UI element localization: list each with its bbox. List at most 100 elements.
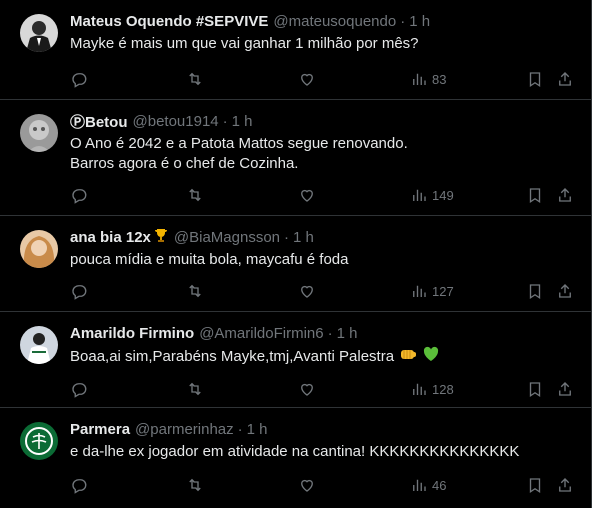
separator: ·: [400, 12, 406, 30]
avatar[interactable]: [20, 230, 58, 268]
action-bar: 83: [70, 64, 577, 98]
retweet-button[interactable]: [186, 476, 204, 494]
reply-button[interactable]: [70, 380, 88, 398]
author-name[interactable]: ⓅBetou: [70, 111, 128, 132]
reply-button[interactable]: [70, 476, 88, 494]
author-name[interactable]: Mateus Oquendo #SEPVIVE: [70, 13, 268, 30]
tweet-text: e da-lhe ex jogador em atividade na cant…: [70, 442, 577, 462]
separator: ·: [284, 228, 290, 246]
author-name[interactable]: Amarildo Firmino: [70, 325, 194, 342]
retweet-button[interactable]: [186, 70, 204, 88]
tweet[interactable]: Mateus Oquendo #SEPVIVE @mateusoquendo ·…: [0, 0, 592, 100]
bookmark-button[interactable]: [526, 186, 544, 204]
separator: ·: [327, 324, 333, 342]
avatar[interactable]: [20, 114, 58, 152]
share-button[interactable]: [556, 186, 574, 204]
tweet-text: Mayke é mais um que vai ganhar 1 milhão …: [70, 34, 577, 54]
views-button[interactable]: 149: [410, 186, 454, 204]
retweet-icon: [189, 382, 201, 396]
reply-button[interactable]: [70, 186, 88, 204]
reply-icon: [72, 73, 87, 88]
avatar[interactable]: [20, 422, 58, 460]
author-handle[interactable]: @BiaMagnsson: [174, 229, 280, 246]
action-bar: 149: [70, 180, 577, 214]
views-button[interactable]: 46: [410, 476, 446, 494]
bookmark-button[interactable]: [526, 380, 544, 398]
share-button[interactable]: [556, 476, 574, 494]
tweet-header: Amarildo Firmino @AmarildoFirmin6 · 1 h: [70, 322, 577, 344]
share-icon: [559, 478, 571, 492]
views-chart-icon: [413, 189, 426, 201]
author-handle[interactable]: @parmerinhaz: [135, 421, 234, 438]
retweet-button[interactable]: [186, 282, 204, 300]
reply-button[interactable]: [70, 282, 88, 300]
woman-avatar-icon: [20, 230, 58, 268]
retweet-icon: [189, 188, 201, 202]
separator: ·: [222, 112, 228, 130]
reply-button[interactable]: [70, 70, 88, 88]
reply-icon: [72, 479, 87, 494]
author-name[interactable]: ana bia 12x: [70, 229, 151, 246]
retweet-icon: [189, 284, 201, 298]
tweet-line: pouca mídia e muita bola, maycafu é foda: [70, 251, 349, 268]
avatar[interactable]: [20, 326, 58, 364]
tweet[interactable]: Parmera @parmerinhaz · 1 h e da-lhe ex j…: [0, 408, 592, 508]
action-bar: 46: [70, 470, 577, 504]
like-button[interactable]: [298, 476, 316, 494]
trophy-icon: [153, 227, 169, 248]
retweet-button[interactable]: [186, 380, 204, 398]
avatar[interactable]: [20, 14, 58, 52]
bookmark-button[interactable]: [526, 70, 544, 88]
views-chart-icon: [413, 383, 426, 395]
tweet-header: Mateus Oquendo #SEPVIVE @mateusoquendo ·…: [70, 10, 577, 32]
bookmark-button[interactable]: [526, 476, 544, 494]
views-button[interactable]: 83: [410, 70, 446, 88]
player-avatar-icon: [20, 326, 58, 364]
bookmark-button[interactable]: [526, 282, 544, 300]
tweet-text: Boaa,ai sim,Parabéns Mayke,tmj,Avanti Pa…: [70, 346, 577, 368]
share-button[interactable]: [556, 282, 574, 300]
views-count: 46: [432, 477, 447, 493]
views-button[interactable]: 128: [410, 380, 454, 398]
like-button[interactable]: [298, 282, 316, 300]
author-handle[interactable]: @betou1914: [133, 113, 219, 130]
tweet[interactable]: ana bia 12x @BiaMagnsson · 1 h pouca míd…: [0, 216, 592, 312]
heart-icon: [301, 73, 313, 86]
tweet-text: pouca mídia e muita bola, maycafu é foda: [70, 250, 577, 270]
like-button[interactable]: [298, 186, 316, 204]
views-chart-icon: [413, 73, 426, 85]
share-icon: [559, 72, 571, 86]
reply-icon: [72, 189, 87, 204]
bookmark-icon: [529, 382, 541, 398]
tweet[interactable]: ⓅBetou @betou1914 · 1 h O Ano é 2042 e a…: [0, 100, 592, 216]
views-count: 128: [432, 381, 454, 397]
bookmark-icon: [529, 478, 541, 494]
like-button[interactable]: [298, 70, 316, 88]
views-button[interactable]: 127: [410, 282, 454, 300]
timestamp[interactable]: 1 h: [409, 13, 430, 30]
timestamp[interactable]: 1 h: [337, 325, 358, 342]
retweet-button[interactable]: [186, 186, 204, 204]
share-button[interactable]: [556, 380, 574, 398]
timestamp[interactable]: 1 h: [293, 229, 314, 246]
like-button[interactable]: [298, 380, 316, 398]
author-name[interactable]: Parmera: [70, 421, 130, 438]
heart-icon: [301, 383, 313, 396]
statue-avatar-icon: [20, 114, 58, 152]
tweet[interactable]: Amarildo Firmino @AmarildoFirmin6 · 1 h …: [0, 312, 592, 408]
tweet-header: Parmera @parmerinhaz · 1 h: [70, 418, 577, 440]
timestamp[interactable]: 1 h: [232, 113, 253, 130]
share-icon: [559, 382, 571, 396]
fist-icon: [400, 346, 417, 368]
timestamp[interactable]: 1 h: [247, 421, 268, 438]
views-chart-icon: [413, 285, 426, 297]
author-handle[interactable]: @AmarildoFirmin6: [199, 325, 323, 342]
green-heart-icon: [423, 346, 439, 368]
share-icon: [559, 284, 571, 298]
bookmark-icon: [529, 188, 541, 204]
author-handle[interactable]: @mateusoquendo: [273, 13, 396, 30]
heart-icon: [301, 189, 313, 202]
palmeiras-crest-avatar-icon: [20, 422, 58, 460]
share-button[interactable]: [556, 70, 574, 88]
tweet-line: Mayke é mais um que vai ganhar 1 milhão …: [70, 35, 419, 52]
